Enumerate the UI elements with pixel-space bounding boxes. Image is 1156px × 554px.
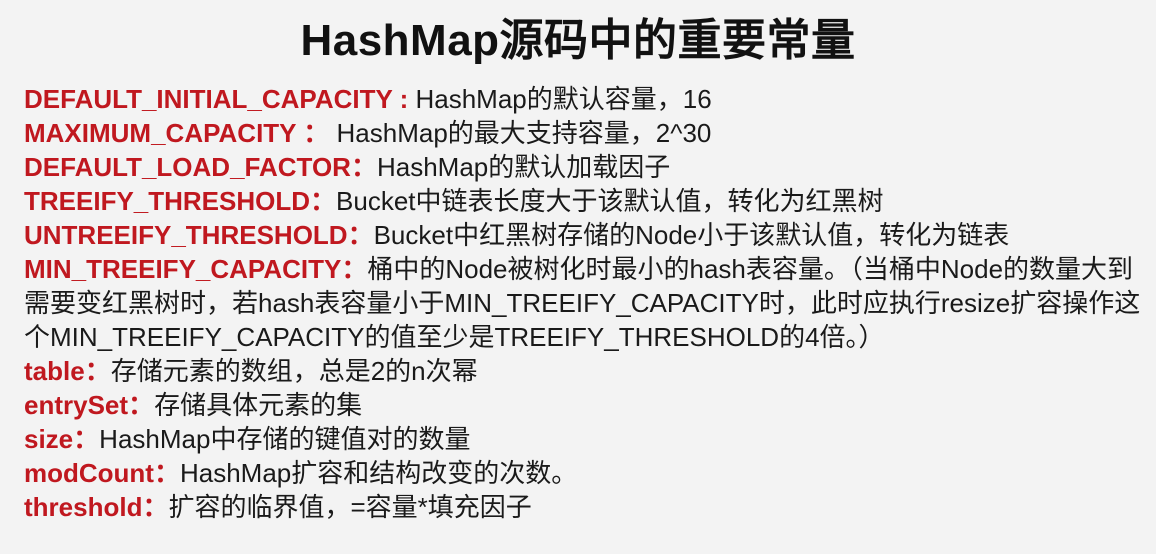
constant-name: modCount xyxy=(24,458,154,488)
constant-description: 扩容的临界值，=容量*填充因子 xyxy=(168,492,532,522)
list-item: threshold：扩容的临界值，=容量*填充因子 xyxy=(24,490,1144,524)
constant-description: Bucket中红黑树存储的Node小于该默认值，转化为链表 xyxy=(373,220,1010,250)
constants-list: DEFAULT_INITIAL_CAPACITY : HashMap的默认容量，… xyxy=(24,82,1144,524)
separator: ： xyxy=(73,424,100,454)
list-item: entrySet：存储具体元素的集 xyxy=(24,388,1144,422)
slide: HashMap源码中的重要常量 DEFAULT_INITIAL_CAPACITY… xyxy=(0,0,1156,554)
list-item: UNTREEIFY_THRESHOLD：Bucket中红黑树存储的Node小于该… xyxy=(24,218,1144,252)
constant-description: HashMap的默认加载因子 xyxy=(376,152,671,182)
constant-name: DEFAULT_INITIAL_CAPACITY xyxy=(24,84,393,114)
separator: ： xyxy=(341,254,368,284)
list-item: MIN_TREEIFY_CAPACITY：桶中的Node被树化时最小的hash表… xyxy=(24,252,1144,354)
separator: ： xyxy=(128,390,155,420)
constant-description: HashMap扩容和结构改变的次数。 xyxy=(179,458,578,488)
constant-name: size xyxy=(24,424,74,454)
list-item: TREEIFY_THRESHOLD：Bucket中链表长度大于该默认值，转化为红… xyxy=(24,184,1144,218)
constant-description: HashMap中存储的键值对的数量 xyxy=(99,424,471,454)
constant-name: TREEIFY_THRESHOLD xyxy=(24,186,311,216)
constant-description: Bucket中链表长度大于该默认值，转化为红黑树 xyxy=(336,186,884,216)
list-item: DEFAULT_LOAD_FACTOR：HashMap的默认加载因子 xyxy=(24,150,1144,184)
constant-description: 存储具体元素的集 xyxy=(154,390,363,420)
constant-name: table xyxy=(24,356,85,386)
list-item: MAXIMUM_CAPACITY ： HashMap的最大支持容量，2^30 xyxy=(24,116,1144,150)
constant-name: UNTREEIFY_THRESHOLD xyxy=(24,220,348,250)
separator: ： xyxy=(296,118,337,148)
list-item: table：存储元素的数组，总是2的n次幂 xyxy=(24,354,1144,388)
separator: ： xyxy=(310,186,337,216)
constant-description: 存储元素的数组，总是2的n次幂 xyxy=(110,356,478,386)
list-item: size：HashMap中存储的键值对的数量 xyxy=(24,422,1144,456)
constant-name: entrySet xyxy=(24,390,129,420)
slide-title: HashMap源码中的重要常量 xyxy=(300,16,856,65)
constant-name: threshold xyxy=(24,492,143,522)
constant-name: DEFAULT_LOAD_FACTOR xyxy=(24,152,351,182)
constant-name: MIN_TREEIFY_CAPACITY xyxy=(24,254,342,284)
separator: ： xyxy=(350,152,377,182)
constant-description: HashMap的默认容量，16 xyxy=(415,84,712,114)
separator: ： xyxy=(347,220,374,250)
list-item: DEFAULT_INITIAL_CAPACITY : HashMap的默认容量，… xyxy=(24,82,1144,116)
list-item: modCount：HashMap扩容和结构改变的次数。 xyxy=(24,456,1144,490)
constant-description: HashMap的最大支持容量，2^30 xyxy=(336,118,712,148)
separator: ： xyxy=(84,356,111,386)
constant-name: MAXIMUM_CAPACITY xyxy=(24,118,297,148)
separator: ： xyxy=(142,492,169,522)
separator: ： xyxy=(153,458,180,488)
separator: : xyxy=(392,84,416,114)
